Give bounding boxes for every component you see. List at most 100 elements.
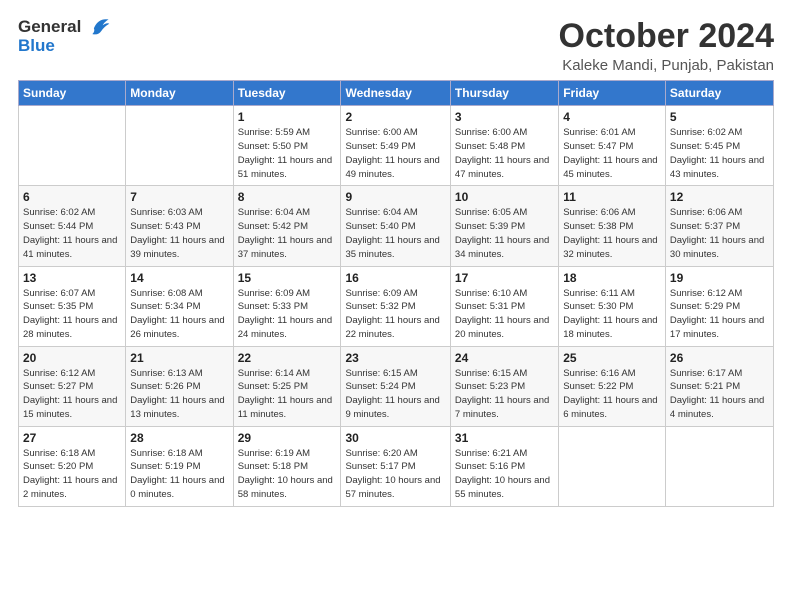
day-number: 15	[238, 271, 337, 285]
weekday-header-thursday: Thursday	[450, 81, 558, 106]
day-info: Sunrise: 6:00 AMSunset: 5:49 PMDaylight:…	[345, 126, 445, 181]
day-number: 17	[455, 271, 554, 285]
day-number: 22	[238, 351, 337, 365]
day-info: Sunrise: 6:14 AMSunset: 5:25 PMDaylight:…	[238, 367, 337, 422]
logo-general: General	[18, 17, 81, 36]
day-info: Sunrise: 6:21 AMSunset: 5:16 PMDaylight:…	[455, 447, 554, 502]
calendar-cell: 4 Sunrise: 6:01 AMSunset: 5:47 PMDaylight…	[559, 106, 666, 186]
calendar-subtitle: Kaleke Mandi, Punjab, Pakistan	[559, 57, 774, 74]
weekday-header-wednesday: Wednesday	[341, 81, 450, 106]
day-number: 14	[130, 271, 228, 285]
day-info: Sunrise: 6:18 AMSunset: 5:20 PMDaylight:…	[23, 447, 121, 502]
calendar-cell: 28 Sunrise: 6:18 AMSunset: 5:19 PMDayligh…	[126, 426, 233, 506]
day-number: 26	[670, 351, 769, 365]
calendar-cell: 9 Sunrise: 6:04 AMSunset: 5:40 PMDaylight…	[341, 186, 450, 266]
calendar-cell: 8 Sunrise: 6:04 AMSunset: 5:42 PMDaylight…	[233, 186, 341, 266]
day-info: Sunrise: 6:02 AMSunset: 5:45 PMDaylight:…	[670, 126, 769, 181]
day-info: Sunrise: 6:19 AMSunset: 5:18 PMDaylight:…	[238, 447, 337, 502]
calendar-cell: 5Sunrise: 6:02 AMSunset: 5:45 PMDaylight…	[665, 106, 773, 186]
calendar-cell: 7 Sunrise: 6:03 AMSunset: 5:43 PMDaylight…	[126, 186, 233, 266]
calendar-cell	[126, 106, 233, 186]
calendar-week-row: 13Sunrise: 6:07 AMSunset: 5:35 PMDayligh…	[19, 266, 774, 346]
day-info: Sunrise: 6:03 AMSunset: 5:43 PMDaylight:…	[130, 206, 228, 261]
day-info: Sunrise: 6:20 AMSunset: 5:17 PMDaylight:…	[345, 447, 445, 502]
day-info: Sunrise: 6:08 AMSunset: 5:34 PMDaylight:…	[130, 287, 228, 342]
day-info: Sunrise: 6:07 AMSunset: 5:35 PMDaylight:…	[23, 287, 121, 342]
day-number: 4	[563, 110, 661, 124]
calendar-week-row: 20 Sunrise: 6:12 AMSunset: 5:27 PMDayligh…	[19, 346, 774, 426]
day-number: 28	[130, 431, 228, 445]
calendar-cell	[665, 426, 773, 506]
day-info: Sunrise: 6:10 AMSunset: 5:31 PMDaylight:…	[455, 287, 554, 342]
day-number: 12	[670, 190, 769, 204]
day-info: Sunrise: 6:18 AMSunset: 5:19 PMDaylight:…	[130, 447, 228, 502]
day-number: 20	[23, 351, 121, 365]
calendar-cell: 10Sunrise: 6:05 AMSunset: 5:39 PMDayligh…	[450, 186, 558, 266]
day-number: 8	[238, 190, 337, 204]
calendar-cell	[559, 426, 666, 506]
day-number: 9	[345, 190, 445, 204]
calendar-cell: 14 Sunrise: 6:08 AMSunset: 5:34 PMDayligh…	[126, 266, 233, 346]
calendar-cell: 17 Sunrise: 6:10 AMSunset: 5:31 PMDayligh…	[450, 266, 558, 346]
day-number: 21	[130, 351, 228, 365]
day-number: 1	[238, 110, 337, 124]
day-number: 23	[345, 351, 445, 365]
calendar-cell: 31 Sunrise: 6:21 AMSunset: 5:16 PMDayligh…	[450, 426, 558, 506]
header: General Blue October 2024 Kaleke Mandi, …	[18, 18, 774, 74]
weekday-header-monday: Monday	[126, 81, 233, 106]
day-number: 19	[670, 271, 769, 285]
calendar-title: October 2024	[559, 18, 774, 55]
day-info: Sunrise: 6:01 AMSunset: 5:47 PMDaylight:…	[563, 126, 661, 181]
day-number: 30	[345, 431, 445, 445]
logo-bird-icon	[88, 15, 110, 37]
calendar-cell: 20 Sunrise: 6:12 AMSunset: 5:27 PMDayligh…	[19, 346, 126, 426]
day-info: Sunrise: 6:04 AMSunset: 5:40 PMDaylight:…	[345, 206, 445, 261]
day-info: Sunrise: 6:13 AMSunset: 5:26 PMDaylight:…	[130, 367, 228, 422]
calendar-cell: 29Sunrise: 6:19 AMSunset: 5:18 PMDayligh…	[233, 426, 341, 506]
calendar-cell: 23Sunrise: 6:15 AMSunset: 5:24 PMDayligh…	[341, 346, 450, 426]
calendar-week-row: 27 Sunrise: 6:18 AMSunset: 5:20 PMDayligh…	[19, 426, 774, 506]
calendar-cell: 6 Sunrise: 6:02 AMSunset: 5:44 PMDaylight…	[19, 186, 126, 266]
day-info: Sunrise: 6:02 AMSunset: 5:44 PMDaylight:…	[23, 206, 121, 261]
day-info: Sunrise: 6:06 AMSunset: 5:38 PMDaylight:…	[563, 206, 661, 261]
weekday-header-tuesday: Tuesday	[233, 81, 341, 106]
calendar-cell: 11 Sunrise: 6:06 AMSunset: 5:38 PMDayligh…	[559, 186, 666, 266]
calendar-cell: 27 Sunrise: 6:18 AMSunset: 5:20 PMDayligh…	[19, 426, 126, 506]
weekday-header-friday: Friday	[559, 81, 666, 106]
calendar-cell: 22 Sunrise: 6:14 AMSunset: 5:25 PMDayligh…	[233, 346, 341, 426]
calendar-header-row: SundayMondayTuesdayWednesdayThursdayFrid…	[19, 81, 774, 106]
calendar-week-row: 1 Sunrise: 5:59 AMSunset: 5:50 PMDaylight…	[19, 106, 774, 186]
day-info: Sunrise: 6:04 AMSunset: 5:42 PMDaylight:…	[238, 206, 337, 261]
day-info: Sunrise: 6:12 AMSunset: 5:29 PMDaylight:…	[670, 287, 769, 342]
day-number: 6	[23, 190, 121, 204]
day-info: Sunrise: 6:17 AMSunset: 5:21 PMDaylight:…	[670, 367, 769, 422]
day-number: 3	[455, 110, 554, 124]
calendar-week-row: 6 Sunrise: 6:02 AMSunset: 5:44 PMDaylight…	[19, 186, 774, 266]
day-number: 11	[563, 190, 661, 204]
day-info: Sunrise: 6:16 AMSunset: 5:22 PMDaylight:…	[563, 367, 661, 422]
day-number: 7	[130, 190, 228, 204]
weekday-header-sunday: Sunday	[19, 81, 126, 106]
calendar-cell: 19 Sunrise: 6:12 AMSunset: 5:29 PMDayligh…	[665, 266, 773, 346]
day-number: 10	[455, 190, 554, 204]
day-info: Sunrise: 6:09 AMSunset: 5:33 PMDaylight:…	[238, 287, 337, 342]
calendar-cell	[19, 106, 126, 186]
day-info: Sunrise: 6:00 AMSunset: 5:48 PMDaylight:…	[455, 126, 554, 181]
logo-blue: Blue	[18, 36, 55, 55]
day-info: Sunrise: 5:59 AMSunset: 5:50 PMDaylight:…	[238, 126, 337, 181]
day-number: 2	[345, 110, 445, 124]
calendar-table: SundayMondayTuesdayWednesdayThursdayFrid…	[18, 80, 774, 506]
day-info: Sunrise: 6:06 AMSunset: 5:37 PMDaylight:…	[670, 206, 769, 261]
day-info: Sunrise: 6:09 AMSunset: 5:32 PMDaylight:…	[345, 287, 445, 342]
calendar-cell: 30 Sunrise: 6:20 AMSunset: 5:17 PMDayligh…	[341, 426, 450, 506]
day-number: 31	[455, 431, 554, 445]
logo: General Blue	[18, 18, 110, 56]
calendar-cell: 2 Sunrise: 6:00 AMSunset: 5:49 PMDaylight…	[341, 106, 450, 186]
day-info: Sunrise: 6:12 AMSunset: 5:27 PMDaylight:…	[23, 367, 121, 422]
day-info: Sunrise: 6:15 AMSunset: 5:23 PMDaylight:…	[455, 367, 554, 422]
calendar-cell: 18Sunrise: 6:11 AMSunset: 5:30 PMDayligh…	[559, 266, 666, 346]
day-number: 16	[345, 271, 445, 285]
calendar-cell: 12 Sunrise: 6:06 AMSunset: 5:37 PMDayligh…	[665, 186, 773, 266]
day-number: 27	[23, 431, 121, 445]
calendar-cell: 21 Sunrise: 6:13 AMSunset: 5:26 PMDayligh…	[126, 346, 233, 426]
